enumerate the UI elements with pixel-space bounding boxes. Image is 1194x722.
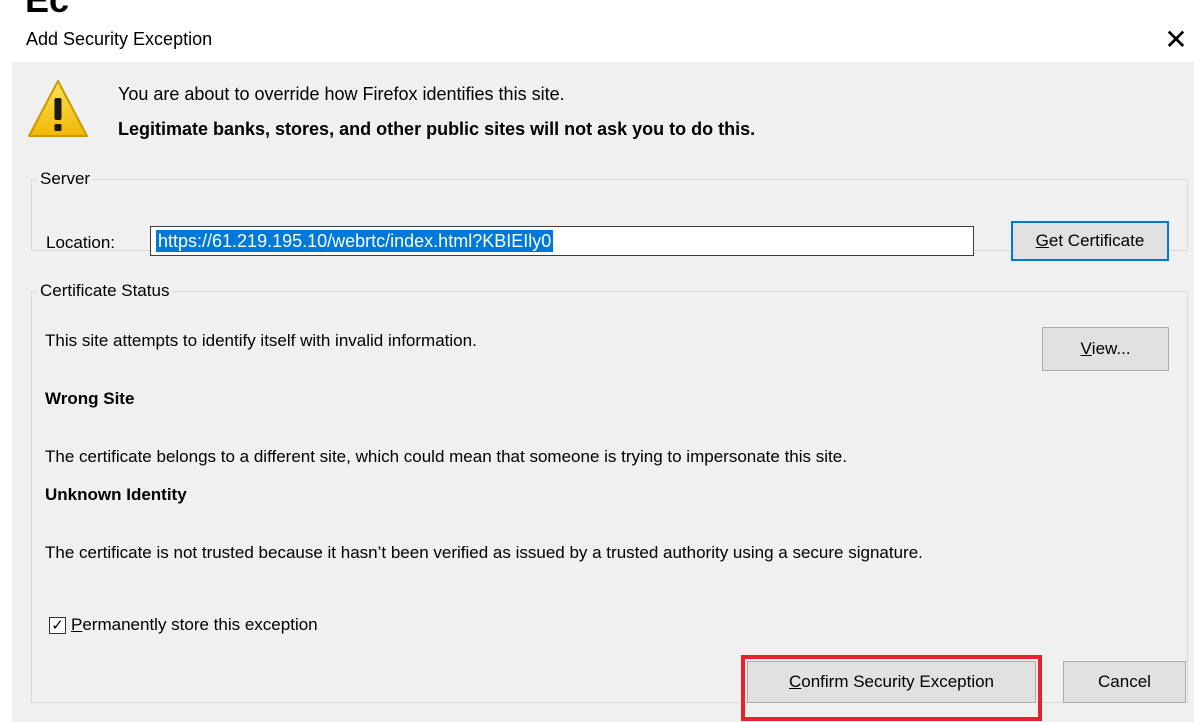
certificate-status-group: Certificate Status This site attempts to… bbox=[31, 281, 1188, 703]
cropped-heading-fragment: Ec bbox=[25, 0, 69, 18]
get-certificate-accesskey: G bbox=[1035, 231, 1049, 250]
permanent-store-text: ermanently store this exception bbox=[82, 615, 318, 634]
permanent-store-label[interactable]: Permanently store this exception bbox=[71, 615, 318, 635]
cancel-label: Cancel bbox=[1098, 672, 1151, 691]
cancel-button[interactable]: Cancel bbox=[1063, 661, 1186, 703]
wrong-site-description: The certificate belongs to a different s… bbox=[45, 447, 847, 466]
server-legend: Server bbox=[40, 169, 91, 188]
view-label: iew... bbox=[1091, 339, 1131, 358]
server-group: Server Location: https://61.219.195.10/w… bbox=[31, 169, 1188, 261]
wrong-site-heading: Wrong Site bbox=[45, 389, 135, 408]
warning-text: You are about to override how Firefox id… bbox=[118, 84, 565, 104]
titlebar: Add Security Exception ✕ bbox=[0, 20, 1194, 60]
confirm-security-exception-button[interactable]: Confirm Security Exception bbox=[747, 661, 1036, 703]
status-intro-text: This site attempts to identify itself wi… bbox=[45, 331, 477, 350]
permanent-store-row[interactable]: ✓ Permanently store this exception bbox=[49, 614, 318, 636]
location-value: https://61.219.195.10/webrtc/index.html?… bbox=[156, 230, 554, 252]
view-accesskey: V bbox=[1080, 339, 1092, 358]
dialog-content: You are about to override how Firefox id… bbox=[12, 62, 1194, 722]
top-strip: Ec bbox=[0, 0, 1194, 18]
location-input[interactable]: https://61.219.195.10/webrtc/index.html?… bbox=[150, 226, 974, 256]
confirm-accesskey: C bbox=[788, 672, 802, 691]
get-certificate-label: et Certificate bbox=[1048, 231, 1145, 250]
checkbox-check-icon: ✓ bbox=[51, 616, 64, 634]
warning-icon bbox=[28, 80, 88, 137]
close-button[interactable]: ✕ bbox=[1160, 23, 1192, 55]
permanent-store-checkbox[interactable]: ✓ bbox=[49, 616, 66, 634]
get-certificate-button[interactable]: Get Certificate bbox=[1011, 221, 1169, 261]
view-certificate-button[interactable]: View... bbox=[1042, 327, 1169, 371]
unknown-identity-heading: Unknown Identity bbox=[45, 485, 187, 504]
dialog-title: Add Security Exception bbox=[26, 29, 213, 49]
unknown-identity-description: The certificate is not trusted because i… bbox=[45, 543, 923, 562]
close-icon: ✕ bbox=[1164, 23, 1188, 55]
location-label: Location: bbox=[46, 233, 115, 252]
confirm-label: onfirm Security Exception bbox=[801, 672, 995, 691]
certificate-status-legend: Certificate Status bbox=[40, 281, 170, 300]
permanent-store-accesskey: P bbox=[71, 615, 83, 634]
warning-emphasis-text: Legitimate banks, stores, and other publ… bbox=[118, 119, 756, 139]
